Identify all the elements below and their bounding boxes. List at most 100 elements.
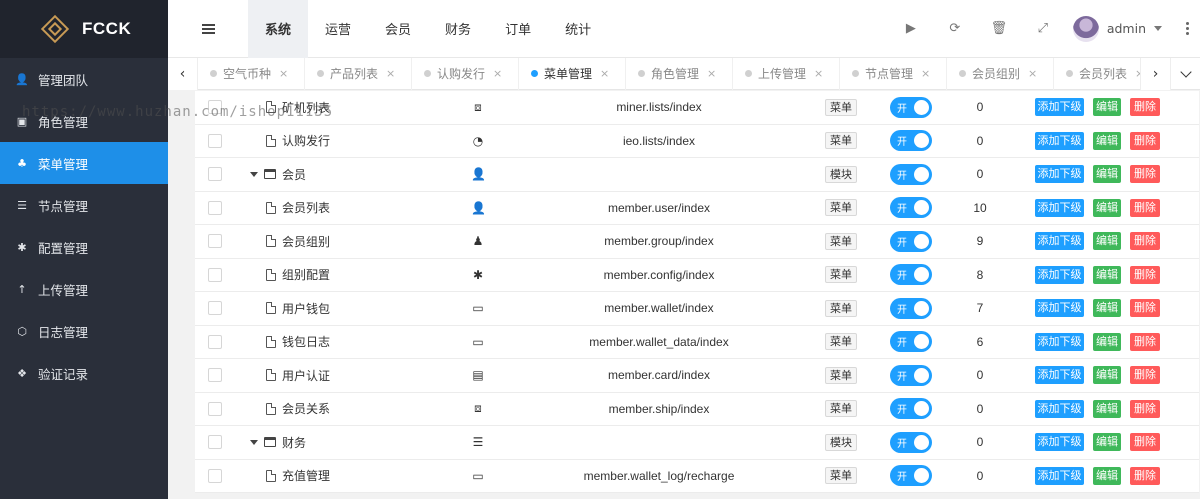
- page-tab-2[interactable]: 认购发行 ×: [412, 57, 519, 90]
- delete-button[interactable]: 删除: [1130, 299, 1160, 318]
- status-toggle[interactable]: 开: [890, 297, 932, 319]
- close-icon[interactable]: ×: [921, 67, 930, 80]
- delete-button[interactable]: 删除: [1130, 232, 1160, 251]
- add-child-button[interactable]: 添加下级: [1035, 299, 1084, 318]
- top-tab-1[interactable]: 运营: [308, 0, 368, 58]
- top-tab-5[interactable]: 统计: [548, 0, 608, 58]
- expand-caret-icon[interactable]: [250, 439, 258, 445]
- delete-button[interactable]: 删除: [1130, 433, 1160, 452]
- sidebar-item-2[interactable]: ♣ 菜单管理: [0, 142, 168, 184]
- more-vertical-icon[interactable]: [1174, 22, 1200, 35]
- expand-caret-icon[interactable]: [250, 171, 258, 177]
- status-toggle[interactable]: 开: [890, 264, 932, 286]
- fullscreen-icon[interactable]: ⤢: [1021, 0, 1065, 58]
- play-icon[interactable]: ▶: [889, 0, 933, 58]
- status-toggle[interactable]: 开: [890, 96, 932, 118]
- sidebar-item-1[interactable]: ▣ 角色管理: [0, 100, 168, 142]
- delete-button[interactable]: 删除: [1130, 366, 1160, 385]
- add-child-button[interactable]: 添加下级: [1035, 466, 1084, 485]
- row-checkbox[interactable]: [208, 334, 222, 349]
- delete-button[interactable]: 删除: [1130, 131, 1160, 150]
- page-tab-0[interactable]: 空气币种 ×: [198, 57, 305, 90]
- row-checkbox[interactable]: [208, 401, 222, 416]
- row-checkbox[interactable]: [208, 100, 222, 115]
- add-child-button[interactable]: 添加下级: [1035, 98, 1084, 117]
- add-child-button[interactable]: 添加下级: [1035, 332, 1084, 351]
- row-checkbox[interactable]: [208, 435, 222, 450]
- edit-button[interactable]: 编辑: [1093, 165, 1121, 184]
- close-icon[interactable]: ×: [600, 67, 609, 80]
- user-menu[interactable]: admin: [1065, 0, 1174, 58]
- sidebar-item-5[interactable]: ↑ 上传管理: [0, 268, 168, 310]
- delete-button[interactable]: 删除: [1130, 265, 1160, 284]
- status-toggle[interactable]: 开: [890, 230, 932, 252]
- sidebar-item-6[interactable]: ⬡ 日志管理: [0, 310, 168, 352]
- sidebar-item-4[interactable]: ✱ 配置管理: [0, 226, 168, 268]
- status-toggle[interactable]: 开: [890, 431, 932, 453]
- add-child-button[interactable]: 添加下级: [1035, 232, 1084, 251]
- close-icon[interactable]: ×: [279, 67, 288, 80]
- close-icon[interactable]: ×: [814, 67, 823, 80]
- status-toggle[interactable]: 开: [890, 197, 932, 219]
- edit-button[interactable]: 编辑: [1093, 131, 1121, 150]
- edit-button[interactable]: 编辑: [1093, 98, 1121, 117]
- sidebar-item-0[interactable]: 👤 管理团队: [0, 58, 168, 100]
- delete-button[interactable]: 删除: [1130, 332, 1160, 351]
- delete-button[interactable]: 删除: [1130, 466, 1160, 485]
- edit-button[interactable]: 编辑: [1093, 232, 1121, 251]
- page-tab-5[interactable]: 上传管理 ×: [733, 57, 840, 90]
- menu-toggle-button[interactable]: [168, 0, 248, 58]
- top-tab-3[interactable]: 财务: [428, 0, 488, 58]
- add-child-button[interactable]: 添加下级: [1035, 131, 1084, 150]
- edit-button[interactable]: 编辑: [1093, 299, 1121, 318]
- tab-scroll-left-button[interactable]: ‹: [168, 57, 198, 90]
- sidebar-item-7[interactable]: ❖ 验证记录: [0, 352, 168, 394]
- delete-button[interactable]: 删除: [1130, 198, 1160, 217]
- status-toggle[interactable]: 开: [890, 130, 932, 152]
- add-child-button[interactable]: 添加下级: [1035, 198, 1084, 217]
- status-toggle[interactable]: 开: [890, 398, 932, 420]
- row-checkbox[interactable]: [208, 468, 222, 483]
- add-child-button[interactable]: 添加下级: [1035, 399, 1084, 418]
- tab-dropdown-button[interactable]: [1170, 57, 1200, 90]
- close-icon[interactable]: ×: [493, 67, 502, 80]
- row-checkbox[interactable]: [208, 200, 222, 215]
- delete-button[interactable]: 删除: [1130, 98, 1160, 117]
- page-tab-1[interactable]: 产品列表 ×: [305, 57, 412, 90]
- close-icon[interactable]: ×: [386, 67, 395, 80]
- edit-button[interactable]: 编辑: [1093, 466, 1121, 485]
- row-checkbox[interactable]: [208, 301, 222, 316]
- close-icon[interactable]: ×: [1028, 67, 1037, 80]
- row-checkbox[interactable]: [208, 133, 222, 148]
- top-tab-4[interactable]: 订单: [488, 0, 548, 58]
- edit-button[interactable]: 编辑: [1093, 265, 1121, 284]
- row-checkbox[interactable]: [208, 234, 222, 249]
- page-tab-3[interactable]: 菜单管理 ×: [519, 57, 626, 90]
- edit-button[interactable]: 编辑: [1093, 332, 1121, 351]
- row-checkbox[interactable]: [208, 368, 222, 383]
- tab-scroll-right-button[interactable]: ›: [1140, 57, 1170, 90]
- trash-icon[interactable]: 🗑: [977, 0, 1021, 58]
- brand[interactable]: FCCK: [0, 0, 168, 58]
- edit-button[interactable]: 编辑: [1093, 366, 1121, 385]
- row-checkbox[interactable]: [208, 267, 222, 282]
- status-toggle[interactable]: 开: [890, 331, 932, 353]
- edit-button[interactable]: 编辑: [1093, 433, 1121, 452]
- edit-button[interactable]: 编辑: [1093, 198, 1121, 217]
- refresh-icon[interactable]: ⟳: [933, 0, 977, 58]
- page-tab-8[interactable]: 会员列表 ×: [1054, 58, 1140, 90]
- status-toggle[interactable]: 开: [890, 163, 932, 185]
- top-tab-0[interactable]: 系统: [248, 0, 309, 58]
- delete-button[interactable]: 删除: [1130, 399, 1160, 418]
- status-toggle[interactable]: 开: [890, 364, 932, 386]
- add-child-button[interactable]: 添加下级: [1035, 366, 1084, 385]
- page-tab-4[interactable]: 角色管理 ×: [626, 57, 733, 90]
- close-icon[interactable]: ×: [707, 67, 716, 80]
- add-child-button[interactable]: 添加下级: [1035, 165, 1084, 184]
- add-child-button[interactable]: 添加下级: [1035, 433, 1084, 452]
- edit-button[interactable]: 编辑: [1093, 399, 1121, 418]
- top-tab-2[interactable]: 会员: [368, 0, 428, 58]
- page-tab-7[interactable]: 会员组别 ×: [947, 57, 1054, 90]
- sidebar-item-3[interactable]: ☰ 节点管理: [0, 184, 168, 226]
- row-checkbox[interactable]: [208, 167, 222, 182]
